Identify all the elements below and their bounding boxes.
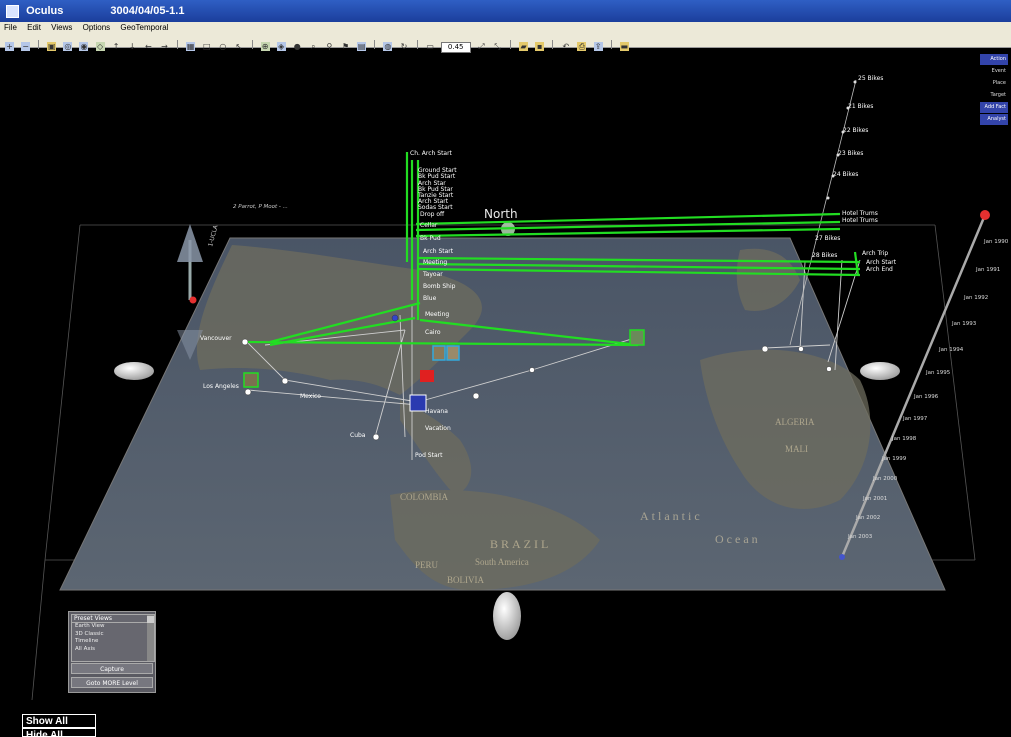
event-label: Pod Start [415,452,443,459]
event-label: 21 Bikes [848,103,873,110]
mode-add-fact-button[interactable]: Add Fact [980,102,1008,113]
mode-event-button[interactable]: Event [980,66,1008,77]
avatar[interactable] [243,372,259,388]
north-label: North [484,207,518,221]
event-label: Vacation [425,425,451,432]
preset-view-item[interactable]: Timeline [72,638,154,646]
event-label: Arch Start [423,248,454,255]
rotate-handle-right[interactable] [860,362,900,380]
avatar[interactable] [629,329,645,346]
preset-view-item[interactable]: 3D Classic [72,631,154,639]
toolbar: + − ▣ ◎ ◉ ◇ ↑ ↓ ← → ▦ □ ○ ↖ ⊕ ◈ ● ⌕ ⚲ ⚑ … [0,34,1011,53]
time-tick-label: Jan 1991 [975,267,1000,273]
event-label: Blue [423,295,437,302]
map-label-bolivia: BOLIVIA [447,575,484,585]
top-label: 2 Parrot, P Moot - ... [233,204,288,210]
event-label: 22 Bikes [843,127,868,134]
place-label-los-angeles: Los Angeles [203,383,239,390]
preset-views-header: Preset Views [72,615,154,623]
vertical-axis-label: 1-UCLA [207,223,220,247]
map-label-algeria: ALGERIA [775,417,815,427]
right-timeline-labels: 25 Bikes 21 Bikes 22 Bikes 23 Bikes 24 B… [812,75,897,273]
place-label-vancouver: Vancouver [200,335,232,342]
avatar[interactable] [432,345,446,361]
preset-list-scrollbar[interactable] [147,615,154,661]
hide-all-button[interactable]: Hide All [22,728,96,737]
event-label: Cairo [425,329,441,336]
title-bar: Oculus 3004/04/05-1.1 [0,0,1011,22]
event-label: 25 Bikes [858,75,883,82]
mode-target-button[interactable]: Target [980,90,1008,101]
menu-edit[interactable]: Edit [27,23,41,32]
event-label: Ch. Arch Start [410,150,453,157]
preset-views-panel: Preset Views Earth View 3D Classic Timel… [68,611,156,693]
map-label-ocean: Ocean [715,532,761,546]
app-name: Oculus [26,5,64,17]
event-label: 23 Bikes [838,150,863,157]
time-tick-label: Jan 1994 [938,347,964,353]
event-label: Meeting [425,311,449,318]
time-tick-label: Jan 1999 [881,456,907,462]
event-label: Tayoar [422,271,443,278]
event-marker[interactable] [409,394,427,412]
place-label-mexico: Mexico [300,393,321,400]
time-tick-label: Jan 1996 [913,394,939,400]
event-label: Hotel Trums [842,217,878,224]
map-label-atlantic: Atlantic [640,509,703,523]
menu-geotemporal[interactable]: GeoTemporal [120,23,168,32]
menu-bar: File Edit Views Options GeoTemporal [0,22,1011,34]
show-all-button[interactable]: Show All [22,714,96,728]
rotate-handle-bottom[interactable] [493,592,521,640]
time-tick-label: Jan 2002 [855,515,880,521]
goto-level-button[interactable]: Goto MORE Level [71,677,153,688]
map-label-colombia: COLOMBIA [400,492,449,502]
preset-views-list[interactable]: Preset Views Earth View 3D Classic Timel… [71,614,155,662]
preset-view-item[interactable]: All Axis [72,646,154,654]
time-tick-label: Jan 1993 [951,321,977,327]
mode-action-button[interactable]: Action [980,54,1008,65]
rotate-handle-left[interactable] [114,362,154,380]
time-tick-label: Jan 1997 [902,416,928,422]
time-tick-label: Jan 2000 [872,476,898,482]
event-label: 28 Bikes [812,252,837,259]
event-label: Arch Start [866,259,897,266]
avatar[interactable] [446,345,460,361]
time-tick-label: Jan 1998 [891,436,917,442]
preset-view-item[interactable]: Earth View [72,623,154,631]
map-label-peru: PERU [415,560,439,570]
window-title: 3004/04/05-1.1 [110,5,185,17]
menu-views[interactable]: Views [51,23,72,32]
time-tick-label: Jan 1990 [983,239,1009,245]
menu-file[interactable]: File [4,23,17,32]
mode-buttons: Action Event Place Target Add Fact Analy… [980,54,1008,126]
event-label: Sodas Start [418,204,453,211]
time-tick-label: Jan 1995 [925,370,951,376]
event-label: Drop off [420,211,445,218]
capture-button[interactable]: Capture [71,663,153,674]
time-tick-label: Jan 2001 [862,496,887,502]
time-tick-label: Jan 1992 [963,295,988,301]
event-label: Bk Pud Start [418,173,456,180]
event-label: 24 Bikes [833,171,858,178]
mode-place-button[interactable]: Place [980,78,1008,89]
event-label: Arch Trip [862,250,888,257]
event-label: Cellar [420,222,438,229]
event-label: Bk Pud [420,235,441,242]
map-label-brazil: BRAZIL [490,537,551,551]
event-label: Bomb Ship [423,283,456,290]
alert-marker[interactable] [420,370,434,382]
time-tick-label: Jan 2003 [847,534,873,540]
map-label-south-america: South America [475,557,529,567]
event-label: 27 Bikes [815,235,840,242]
event-label: Meeting [423,259,447,266]
place-label-havana: Havana [425,408,448,415]
place-label-cuba: Cuba [350,432,366,439]
app-icon [6,4,19,18]
event-label: Arch End [866,266,893,273]
event-label: Hotel Trums [842,210,878,217]
mode-analyst-button[interactable]: Analyst [980,114,1008,125]
menu-options[interactable]: Options [83,23,111,32]
map-label-mali: MALI [785,444,808,454]
